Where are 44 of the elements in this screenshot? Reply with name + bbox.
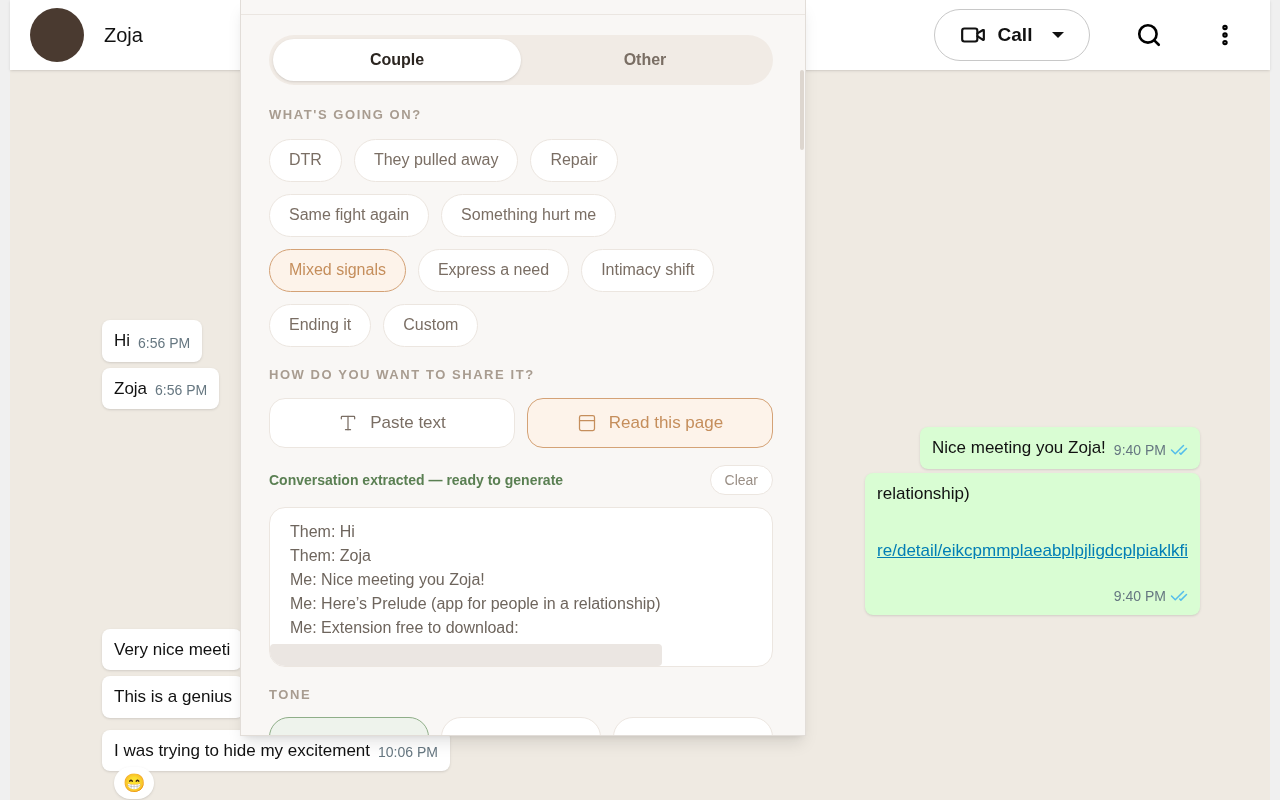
- situation-chip[interactable]: Express a need: [417, 248, 570, 292]
- message-time: 6:56 PM: [155, 381, 208, 400]
- conversation-line: Me: Extension free to download:: [290, 618, 520, 638]
- message-time: 10:06 PM: [378, 743, 438, 762]
- conversation-line: Me: Here’s Prelude (app for people in a relationship): [290, 594, 662, 614]
- share-option-button[interactable]: Paste text: [269, 398, 515, 448]
- message-text: Hi: [114, 330, 131, 352]
- section-label: TONE: [269, 686, 313, 704]
- caret-icon: [1052, 32, 1065, 38]
- conversation-line: Them: Hi: [290, 522, 356, 542]
- section-label: WHAT'S GOING ON?: [269, 106, 423, 124]
- clear-button[interactable]: Clear: [709, 465, 773, 495]
- situation-chip[interactable]: Something hurt me: [441, 193, 617, 237]
- conversation-line: Me: Nice meeting you Zoja!: [290, 570, 486, 590]
- search-icon[interactable]: [1136, 22, 1162, 48]
- situation-chip[interactable]: They pulled away: [353, 138, 519, 182]
- message-text: Very nice meeti: [114, 638, 231, 661]
- message-time: 9:40 PM: [1113, 586, 1166, 606]
- situation-chip[interactable]: DTR: [269, 138, 342, 182]
- message-text: relationship): [877, 482, 970, 505]
- segment-tab[interactable]: Other: [521, 39, 769, 81]
- segment-tab[interactable]: Couple: [273, 39, 521, 81]
- browser-window-icon: [576, 413, 597, 433]
- message-text: Nice meeting you Zoja!: [932, 437, 1106, 459]
- message-text: I was trying to hide my excitement: [114, 739, 371, 762]
- situation-chip[interactable]: Custom: [383, 303, 479, 347]
- message-text: This is a genius: [114, 686, 233, 708]
- section-label: HOW DO YOU WANT TO SHARE IT?: [269, 365, 536, 384]
- situation-chip[interactable]: Intimacy shift: [581, 248, 715, 292]
- contact-name[interactable]: Zoja: [104, 20, 143, 50]
- status-text: Conversation extracted — ready to generate: [269, 470, 564, 490]
- avatar[interactable]: [30, 8, 84, 62]
- situation-chip[interactable]: Repair: [530, 138, 618, 182]
- scrollbar-thumb[interactable]: [270, 644, 662, 666]
- situation-chip[interactable]: Ending it: [269, 303, 372, 347]
- message-time: 9:40 PM: [1113, 440, 1166, 460]
- conversation-line: Them: Zoja: [290, 546, 372, 566]
- message-link[interactable]: re/detail/eikcpmmplaeabplpjligdcplpiaklkfi: [877, 538, 1188, 564]
- share-option-button[interactable]: Read this page: [527, 398, 773, 448]
- conversation-text-area[interactable]: Them: Hi Them: Zoja Me: Nice meeting you Zoja! Me: Here’s Prelude (app for people in a relationship) Me: Extension free to download:: [269, 507, 773, 667]
- message-text: Zoja: [114, 377, 148, 400]
- message-time: 6:56 PM: [138, 333, 191, 353]
- situation-chip[interactable]: Same fight again: [269, 193, 430, 237]
- situation-chip[interactable]: Mixed signals: [269, 248, 406, 292]
